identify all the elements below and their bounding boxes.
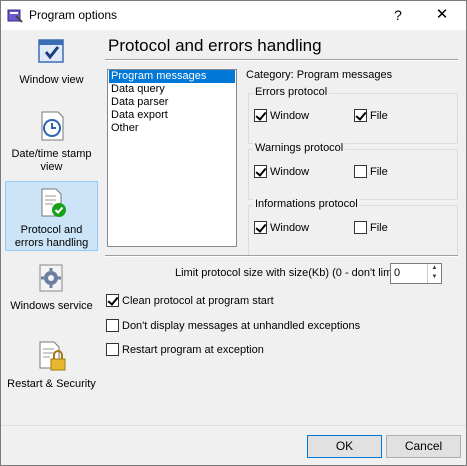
category-label: Category: Program messages [246,69,393,81]
gear-icon [5,262,98,298]
checkbox[interactable] [254,221,267,234]
document-check-icon [6,188,97,222]
window-title: Program options [29,8,118,22]
list-item-data-query[interactable]: Data query [109,83,235,96]
informations-window-checkbox[interactable]: Window [254,221,309,234]
dont-display-messages-checkbox[interactable]: Don't display messages at unhandled exce… [106,319,360,332]
help-button[interactable]: ? [383,4,413,26]
sidebar-item-windows-service[interactable]: Windows service [5,262,98,328]
checkbox[interactable] [354,221,367,234]
clock-icon [5,110,98,146]
warnings-file-checkbox[interactable]: File [354,165,388,178]
checkbox[interactable] [254,109,267,122]
sidebar-item-protocol-and-errors[interactable]: Protocol and errors handling [5,181,98,251]
checkbox[interactable] [106,319,119,332]
app-icon [7,7,23,23]
sidebar-item-label: Date/time stamp view [11,148,92,173]
sidebar-item-date-time-stamp-view[interactable]: Date/time stamp view [5,110,98,176]
limit-size-value[interactable]: 0 [394,267,400,279]
list-item-program-messages[interactable]: Program messages [109,70,235,83]
sidebar-item-label: Restart & Security [7,378,96,390]
list-item-data-parser[interactable]: Data parser [109,96,235,109]
ok-button[interactable]: OK [307,435,382,458]
checkbox[interactable] [106,294,119,307]
section-divider [105,255,458,257]
informations-file-checkbox[interactable]: File [354,221,388,234]
category-listbox[interactable]: Program messages Data query Data parser … [107,69,237,247]
cancel-button[interactable]: Cancel [386,435,461,458]
checkbox[interactable] [254,165,267,178]
title-bar: Program options ? ✕ [1,1,466,30]
checkbox[interactable] [354,165,367,178]
page-title: Protocol and errors handling [108,36,322,55]
lock-icon [5,340,98,376]
limit-protocol-label: Limit protocol size with size(Kb) (0 - d… [175,267,402,279]
restart-program-checkbox[interactable]: Restart program at exception [106,343,264,356]
sidebar-item-restart-security[interactable]: Restart & Security [5,340,98,406]
errors-protocol-title: Errors protocol [253,86,330,99]
sidebar-item-window-view[interactable]: Window view [5,38,98,98]
title-divider [105,59,458,61]
options-sidebar: Window view Date/time stamp view Protoco… [5,34,99,420]
checkbox[interactable] [106,343,119,356]
checkbox[interactable] [354,109,367,122]
warnings-protocol-title: Warnings protocol [253,142,346,155]
sidebar-item-label: Window view [19,74,84,86]
stepper-down-icon[interactable]: ▼ [428,273,441,282]
limit-size-stepper[interactable]: 0 ▲ ▼ [390,263,442,284]
sidebar-item-label: Windows service [10,300,93,312]
errors-window-checkbox[interactable]: Window [254,109,309,122]
sidebar-item-label: Protocol and errors handling [14,224,89,249]
clean-protocol-checkbox[interactable]: Clean protocol at program start [106,294,274,307]
warnings-window-checkbox[interactable]: Window [254,165,309,178]
program-options-window: Program options ? ✕ Window view Date/tim… [0,0,467,466]
list-item-other[interactable]: Other [109,122,235,135]
errors-file-checkbox[interactable]: File [354,109,388,122]
list-item-data-export[interactable]: Data export [109,109,235,122]
stepper-up-icon[interactable]: ▲ [428,264,441,273]
stepper-buttons: ▲ ▼ [427,264,441,283]
window-view-icon [5,38,98,72]
close-button[interactable]: ✕ [427,4,457,26]
informations-protocol-title: Informations protocol [253,198,360,211]
